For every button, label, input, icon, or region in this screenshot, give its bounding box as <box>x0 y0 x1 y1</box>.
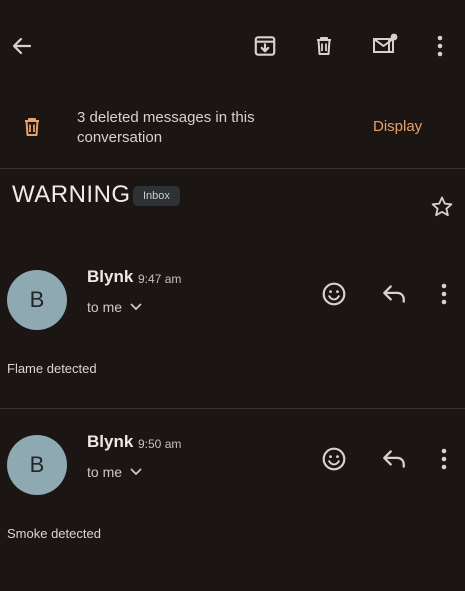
more-vert-icon <box>441 448 447 470</box>
mark-unread-icon <box>373 33 398 53</box>
message-time: 9:50 am <box>138 437 182 451</box>
delete-button[interactable] <box>310 32 338 60</box>
mark-unread-button[interactable] <box>370 31 400 59</box>
add-reaction-button[interactable] <box>320 445 348 473</box>
thread-subject: WARNING <box>12 181 131 208</box>
recipient-text: to me <box>87 299 123 315</box>
deleted-messages-text: 3 deleted messages in this conversation <box>77 109 255 146</box>
more-options-button[interactable] <box>428 32 452 60</box>
archive-icon <box>254 36 276 56</box>
reply-button[interactable] <box>380 445 408 473</box>
back-button[interactable] <box>8 32 36 60</box>
reply-icon <box>383 285 405 303</box>
avatar[interactable]: B <box>7 270 67 330</box>
recipient-toggle[interactable]: to me <box>87 464 142 480</box>
arrow-back-icon <box>12 37 32 55</box>
trash-icon <box>317 37 331 55</box>
chevron-down-icon <box>130 303 142 311</box>
add-reaction-button[interactable] <box>320 280 348 308</box>
archive-button[interactable] <box>251 32 279 60</box>
emoji-icon <box>322 282 346 306</box>
display-deleted-button[interactable]: Display <box>373 118 422 135</box>
avatar[interactable]: B <box>7 435 67 495</box>
star-outline-icon <box>431 196 453 217</box>
recipient-text: to me <box>87 464 123 480</box>
divider <box>0 168 465 169</box>
message-body: Flame detected <box>7 361 97 376</box>
message-body: Smoke detected <box>7 526 101 541</box>
sender-name: Blynk <box>87 432 134 451</box>
message-item[interactable]: B Blynk 9:50 am to me Smoke detected <box>0 408 465 573</box>
more-vert-icon <box>441 283 447 305</box>
message-more-button[interactable] <box>434 280 454 308</box>
top-toolbar <box>0 0 465 92</box>
sender-name: Blynk <box>87 267 134 286</box>
deleted-messages-banner: 3 deleted messages in this conversation … <box>0 92 465 168</box>
emoji-icon <box>322 447 346 471</box>
more-vert-icon <box>437 35 443 57</box>
reply-icon <box>383 450 405 468</box>
message-time: 9:47 am <box>138 272 182 286</box>
chevron-down-icon <box>130 468 142 476</box>
inbox-label-badge[interactable]: Inbox <box>133 186 180 206</box>
recipient-toggle[interactable]: to me <box>87 299 142 315</box>
reply-button[interactable] <box>380 280 408 308</box>
star-button[interactable] <box>430 195 454 224</box>
message-more-button[interactable] <box>434 445 454 473</box>
trash-icon <box>20 114 44 145</box>
message-item[interactable]: B Blynk 9:47 am to me Flame detected <box>0 243 465 408</box>
